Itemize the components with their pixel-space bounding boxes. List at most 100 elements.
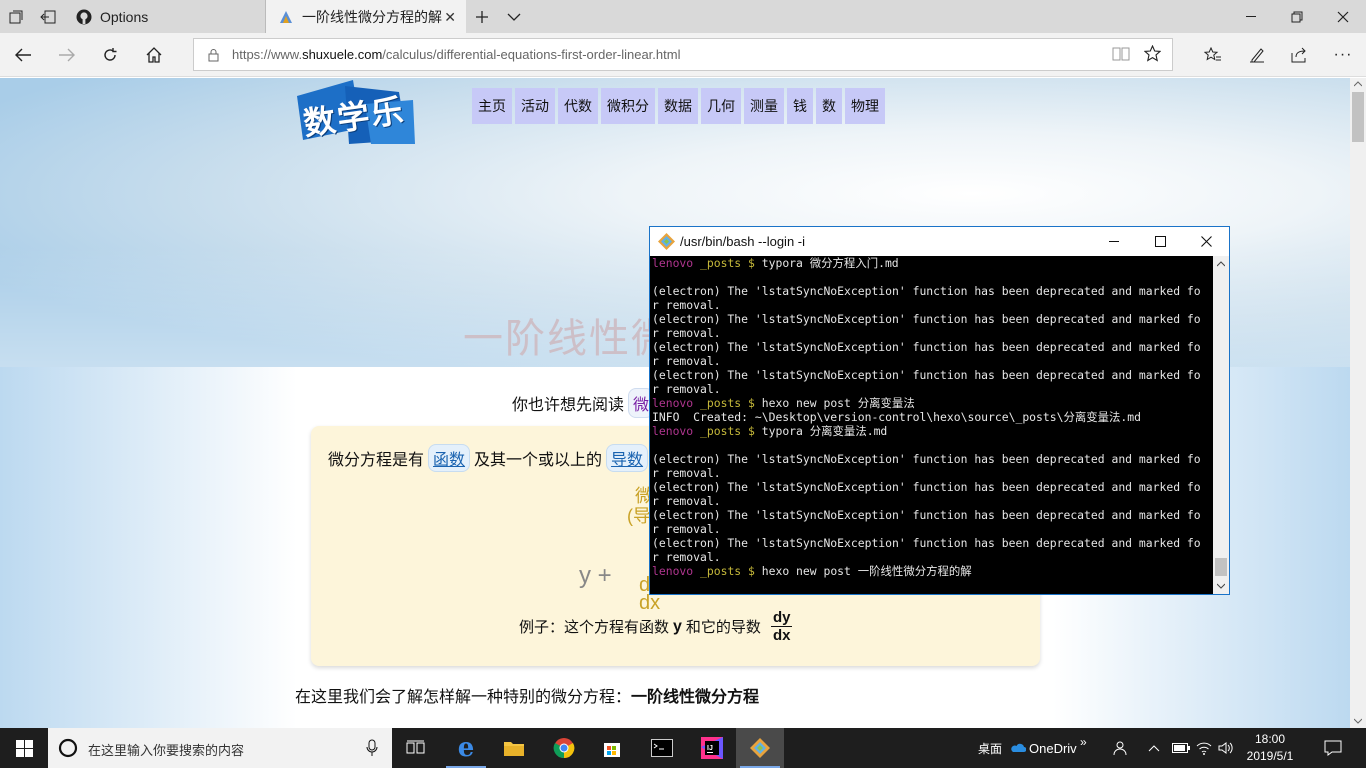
browser-nav-bar: https://www.shuxuele.com/calculus/differ… bbox=[0, 33, 1366, 77]
prompt-command: hexo new post 一阶线性微分方程的解 bbox=[754, 564, 972, 578]
terminal-minimize-icon[interactable] bbox=[1091, 227, 1137, 256]
menu-item-numbers[interactable]: 数 bbox=[816, 88, 842, 124]
tab-set-aside-icon[interactable] bbox=[0, 0, 32, 33]
new-tab-icon[interactable] bbox=[466, 0, 498, 33]
terminal-prompt-line: lenovo _posts $ hexo new post 分离变量法 bbox=[652, 396, 1213, 410]
terminal-output-line: (electron) The 'lstatSyncNoException' fu… bbox=[652, 368, 1201, 382]
terminal-output-line: (electron) The 'lstatSyncNoException' fu… bbox=[652, 312, 1201, 326]
menu-item-activities[interactable]: 活动 bbox=[515, 88, 555, 124]
prompt-dir: _posts $ bbox=[693, 424, 755, 438]
restore-icon[interactable] bbox=[1274, 0, 1320, 33]
example-line: 例子：这个方程有函数 y 和它的导数 dy dx bbox=[519, 609, 793, 644]
back-arrow-icon[interactable] bbox=[6, 39, 40, 71]
terminal-scrollbar-thumb[interactable] bbox=[1215, 558, 1227, 576]
page-scrollbar-thumb[interactable] bbox=[1352, 92, 1364, 142]
terminal-window[interactable]: /usr/bin/bash --login -i lenovo _posts $… bbox=[649, 226, 1230, 595]
favorites-hub-icon[interactable] bbox=[1196, 39, 1230, 71]
close-tab-icon[interactable]: ✕ bbox=[444, 9, 456, 26]
onedrive-tray[interactable]: OneDriv bbox=[1010, 728, 1077, 768]
volume-icon[interactable] bbox=[1218, 728, 1234, 768]
menu-item-algebra[interactable]: 代数 bbox=[558, 88, 598, 124]
wifi-icon[interactable] bbox=[1196, 728, 1212, 768]
refresh-icon[interactable] bbox=[93, 39, 127, 71]
terminal-title-bar[interactable]: /usr/bin/bash --login -i bbox=[650, 227, 1229, 256]
windows-start-icon[interactable] bbox=[0, 728, 48, 768]
menu-item-data[interactable]: 数据 bbox=[658, 88, 698, 124]
cortana-icon bbox=[58, 738, 78, 763]
terminal-output-line: r removal. bbox=[652, 382, 721, 396]
prompt-command: typora 分离变量法.md bbox=[754, 424, 888, 438]
tab-current-page[interactable]: 一阶线性微分方程的解 ✕ bbox=[266, 0, 466, 33]
share-icon[interactable] bbox=[1282, 39, 1316, 71]
more-menu-icon[interactable]: ··· bbox=[1326, 39, 1360, 71]
menu-item-calculus[interactable]: 微积分 bbox=[601, 88, 655, 124]
edge-browser-icon[interactable]: e bbox=[442, 728, 490, 768]
tabs-back-icon[interactable] bbox=[32, 0, 64, 33]
taskbar-search-box[interactable]: 在这里输入你要搜索的内容 bbox=[48, 728, 392, 768]
terminal-output[interactable]: lenovo _posts $ typora 微分方程入门.md (electr… bbox=[650, 256, 1213, 594]
menu-item-geometry[interactable]: 几何 bbox=[701, 88, 741, 124]
terminal-prompt-line: lenovo _posts $ typora 分离变量法.md bbox=[652, 424, 1213, 438]
terminal-scrollbar[interactable] bbox=[1213, 256, 1229, 594]
terminal-output-line: r removal. bbox=[652, 354, 721, 368]
terminal-close-icon[interactable] bbox=[1183, 227, 1229, 256]
git-bash-icon bbox=[658, 233, 675, 255]
page-scrollbar[interactable] bbox=[1350, 78, 1366, 728]
address-bar[interactable]: https://www.shuxuele.com/calculus/differ… bbox=[193, 38, 1173, 71]
show-hidden-icons-icon[interactable] bbox=[1148, 728, 1160, 768]
tab-options[interactable]: Options bbox=[64, 0, 266, 33]
page-title: 一阶线性微 bbox=[463, 317, 673, 361]
menu-item-home[interactable]: 主页 bbox=[472, 88, 512, 124]
prompt-user: lenovo bbox=[652, 564, 694, 578]
microphone-icon[interactable] bbox=[366, 739, 378, 762]
intro-paragraph: 在这里我们会了解怎样解一种特别的微分方程：一阶线性微分方程 bbox=[295, 689, 760, 706]
tab-label: Options bbox=[100, 8, 149, 25]
terminal-output-line: (electron) The 'lstatSyncNoException' fu… bbox=[652, 340, 1201, 354]
terminal-maximize-icon[interactable] bbox=[1137, 227, 1183, 256]
people-icon[interactable] bbox=[1112, 728, 1128, 768]
chevron-down-icon[interactable] bbox=[498, 0, 530, 33]
read-first-line: 你也许想先阅读微 bbox=[512, 388, 655, 418]
site-logo[interactable]: 数学乐 bbox=[295, 78, 415, 148]
menu-item-measurement[interactable]: 测量 bbox=[744, 88, 784, 124]
favorite-star-icon[interactable] bbox=[1143, 44, 1162, 67]
prompt-dir: _posts $ bbox=[693, 396, 755, 410]
function-link[interactable]: 函数 bbox=[428, 444, 471, 472]
terminal-prompt-line: lenovo _posts $ hexo new post 一阶线性微分方程的解 bbox=[652, 564, 1213, 578]
github-icon bbox=[76, 9, 92, 25]
action-center-icon[interactable] bbox=[1324, 728, 1342, 768]
terminal-prompt-line: lenovo _posts $ typora 微分方程入门.md bbox=[652, 256, 1213, 270]
tab-label: 一阶线性微分方程的解 bbox=[302, 8, 442, 25]
menu-item-physics[interactable]: 物理 bbox=[845, 88, 885, 124]
home-icon[interactable] bbox=[137, 39, 171, 71]
site-menu: 主页 活动 代数 微积分 数据 几何 测量 钱 数 物理 bbox=[472, 88, 885, 124]
intellij-icon[interactable]: IJ bbox=[688, 728, 736, 768]
task-view-icon[interactable] bbox=[392, 728, 440, 768]
site-favicon-icon bbox=[278, 9, 294, 25]
terminal-output-line: r removal. bbox=[652, 298, 721, 312]
close-window-icon[interactable] bbox=[1320, 0, 1366, 33]
store-icon[interactable] bbox=[588, 728, 636, 768]
menu-item-money[interactable]: 钱 bbox=[787, 88, 813, 124]
derivative-link[interactable]: 导数 bbox=[606, 444, 649, 472]
dy-dx-fraction: dy dx bbox=[770, 609, 793, 644]
file-explorer-icon[interactable] bbox=[490, 728, 538, 768]
pen-notes-icon[interactable] bbox=[1240, 39, 1274, 71]
git-bash-taskbar-icon[interactable] bbox=[736, 728, 784, 768]
terminal-output-line: (electron) The 'lstatSyncNoException' fu… bbox=[652, 480, 1201, 494]
svg-text:IJ: IJ bbox=[707, 745, 713, 752]
reading-view-icon[interactable] bbox=[1112, 46, 1130, 67]
desktop-toolbar-label[interactable]: 桌面 bbox=[978, 728, 1002, 768]
expand-toolbar-icon[interactable]: » bbox=[1080, 722, 1087, 762]
forward-arrow-icon[interactable] bbox=[50, 39, 84, 71]
terminal-title: /usr/bin/bash --login -i bbox=[680, 234, 805, 249]
terminal-output-line: (electron) The 'lstatSyncNoException' fu… bbox=[652, 452, 1201, 466]
terminal-output-line: r removal. bbox=[652, 522, 721, 536]
command-prompt-icon[interactable] bbox=[638, 728, 686, 768]
prompt-dir: _posts $ bbox=[693, 564, 755, 578]
battery-icon[interactable] bbox=[1172, 728, 1190, 768]
minimize-icon[interactable] bbox=[1228, 0, 1274, 33]
chrome-icon[interactable] bbox=[540, 728, 588, 768]
system-clock[interactable]: 18:00 2019/5/1 bbox=[1240, 731, 1300, 765]
